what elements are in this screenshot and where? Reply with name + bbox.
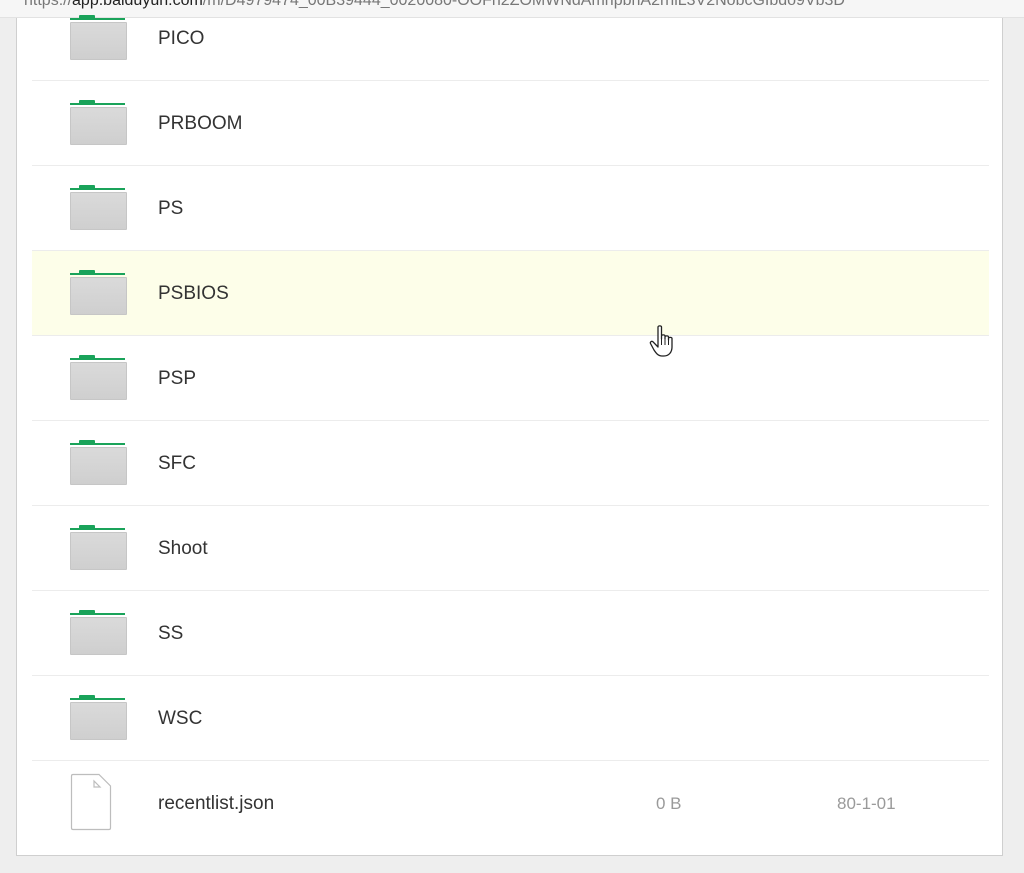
folder-body (70, 617, 127, 655)
folder-body (70, 277, 127, 315)
folder-icon (70, 355, 127, 400)
folder-tab (70, 185, 125, 192)
item-name[interactable]: WSC (158, 708, 202, 730)
folder-tab (70, 525, 125, 532)
folder-icon (70, 270, 127, 315)
folder-body (70, 532, 127, 570)
folder-row[interactable]: SS (32, 591, 989, 676)
folder-icon (70, 100, 127, 145)
folder-row[interactable]: SFC (32, 421, 989, 506)
folder-body (70, 447, 127, 485)
folder-icon (70, 695, 127, 740)
folder-body (70, 362, 127, 400)
folder-icon (70, 15, 127, 60)
folder-row[interactable]: PSBIOS (32, 251, 989, 336)
folder-icon (70, 525, 127, 570)
folder-icon (70, 440, 127, 485)
folder-icon (70, 610, 127, 655)
item-name[interactable]: SS (158, 623, 183, 645)
item-name[interactable]: PICO (158, 28, 204, 50)
item-name[interactable]: PSBIOS (158, 283, 229, 305)
folder-row[interactable]: Shoot (32, 506, 989, 591)
folder-body (70, 107, 127, 145)
item-name[interactable]: PSP (158, 368, 196, 390)
folder-tab (70, 355, 125, 362)
item-name[interactable]: Shoot (158, 538, 208, 560)
item-name[interactable]: SFC (158, 453, 196, 475)
folder-tab (70, 15, 125, 22)
folder-tab (70, 100, 125, 107)
folder-row[interactable]: PS (32, 166, 989, 251)
folder-body (70, 192, 127, 230)
file-list: PICO PRBOOM PS PSBIOS PSP SFC Shoot SS W… (32, 0, 989, 845)
folder-tab (70, 440, 125, 447)
folder-tab (70, 610, 125, 617)
folder-row[interactable]: PRBOOM (32, 81, 989, 166)
item-date: 80-1-01 (837, 794, 896, 813)
folder-row[interactable]: PSP (32, 336, 989, 421)
folder-icon (70, 185, 127, 230)
folder-row[interactable]: WSC (32, 676, 989, 761)
item-size: 0 B (656, 794, 682, 813)
item-name[interactable]: PS (158, 198, 183, 220)
folder-tab (70, 270, 125, 277)
file-list-panel: PICO PRBOOM PS PSBIOS PSP SFC Shoot SS W… (16, 15, 1003, 856)
file-row[interactable]: recentlist.json 0 B 80-1-01 (32, 761, 989, 845)
folder-body (70, 702, 127, 740)
folder-body (70, 22, 127, 60)
file-icon (70, 773, 112, 831)
item-name[interactable]: PRBOOM (158, 113, 242, 135)
item-name[interactable]: recentlist.json (158, 793, 274, 815)
folder-tab (70, 695, 125, 702)
folder-row[interactable]: PICO (32, 0, 989, 81)
